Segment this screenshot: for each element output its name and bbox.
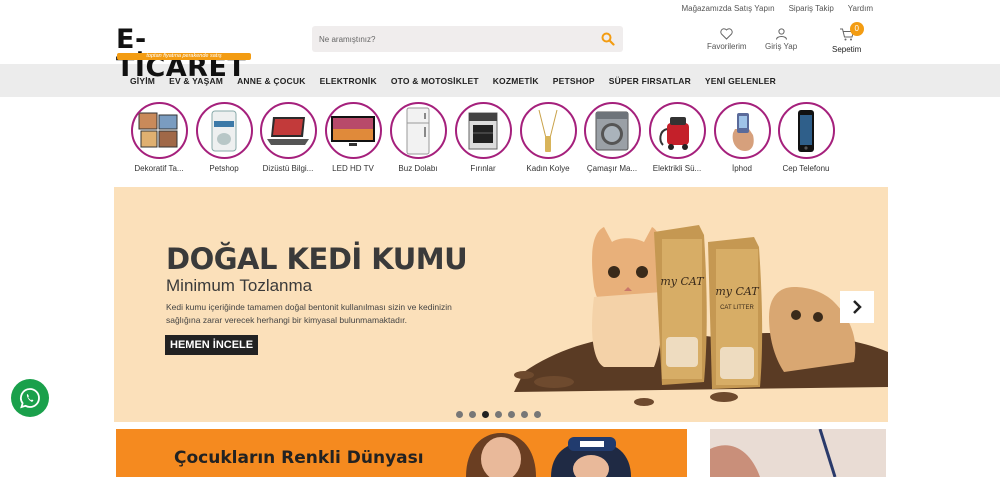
slide-dot[interactable] <box>456 411 463 418</box>
category-label: Elektrikli Sü... <box>652 164 702 173</box>
oven-icon <box>468 112 498 149</box>
washing-machine-icon <box>595 111 629 150</box>
category-label: Petshop <box>209 164 239 173</box>
category-label: Dekoratif Ta... <box>134 164 184 173</box>
smartphone-icon <box>798 109 814 152</box>
category-item-camasir-makinesi[interactable]: Çamaşır Ma... <box>577 102 647 173</box>
category-label: Buz Dolabı <box>398 164 438 173</box>
category-item-firinlar[interactable]: Fırınlar <box>448 102 518 173</box>
order-tracking-link[interactable]: Sipariş Takip <box>789 4 834 13</box>
side-promo-photo <box>710 429 886 477</box>
product-name: CAT LITTER <box>720 305 754 311</box>
favorites-label: Favorilerim <box>707 42 747 51</box>
nav-item-super-firsatlar[interactable]: SÜPER FIRSATLAR <box>609 76 691 86</box>
category-label: İphod <box>731 164 753 173</box>
login-label: Giriş Yap <box>765 42 798 51</box>
heart-icon <box>720 28 733 40</box>
category-item-led-tv[interactable]: LED HD TV <box>318 102 388 173</box>
nav-item-oto-motosiklet[interactable]: OTO & MOTOSİKLET <box>391 76 479 86</box>
category-item-buz-dolabi[interactable]: Buz Dolabı <box>383 102 453 173</box>
promo-banner-side[interactable] <box>710 429 886 477</box>
hand-phone-icon <box>732 112 754 151</box>
category-item-cep-telefonu[interactable]: Cep Telefonu <box>771 102 841 173</box>
slide-dot[interactable] <box>469 411 476 418</box>
pet-food-bag-icon <box>211 110 237 151</box>
category-label: Fırınlar <box>470 164 496 173</box>
category-item-petshop[interactable]: Petshop <box>189 102 259 173</box>
promo-banner-kids[interactable]: Çocukların Renkli Dünyası <box>116 429 687 477</box>
slide-dot[interactable] <box>495 411 502 418</box>
cart-count-badge: 0 <box>849 22 864 36</box>
chevron-right-icon <box>853 300 862 314</box>
kids-photo <box>466 433 631 477</box>
slide-indicators <box>456 411 541 418</box>
shop-now-button[interactable]: HEMEN İNCELE <box>165 335 259 355</box>
tv-icon <box>331 115 375 146</box>
slide-dot-active[interactable] <box>482 411 489 418</box>
banner-subtitle: Minimum Tozlanma <box>166 276 313 295</box>
product-brand-2: my CAT <box>715 285 760 298</box>
logo-tagline: toptan fiyatına perakende satış <box>117 53 251 60</box>
user-icon <box>775 28 787 40</box>
next-slide-button[interactable] <box>840 291 874 323</box>
category-label: LED HD TV <box>332 164 374 173</box>
slide-dot[interactable] <box>534 411 541 418</box>
cat-litter-illustration: my CAT my CAT CAT LITTER <box>514 225 888 406</box>
vacuum-icon <box>659 116 689 150</box>
product-brand: my CAT <box>660 275 705 288</box>
banner-description: Kedi kumu içeriğinde tamamen doğal bento… <box>166 302 452 325</box>
slide-dot[interactable] <box>521 411 528 418</box>
category-item-laptop[interactable]: Dizüstü Bilgi... <box>253 102 323 173</box>
category-label: Dizüstü Bilgi... <box>262 164 314 173</box>
cart-label: Sepetim <box>832 45 862 54</box>
logo[interactable]: E-TİCARET toptan fiyatına perakende satı… <box>116 26 252 82</box>
category-item-kadin-kolye[interactable]: Kadın Kolye <box>513 102 583 173</box>
category-item-dekoratif[interactable]: Dekoratif Ta... <box>124 102 194 173</box>
search-input[interactable] <box>312 34 593 44</box>
search-icon <box>601 32 615 46</box>
category-label: Çamaşır Ma... <box>586 164 638 173</box>
site-header: E-TİCARET toptan fiyatına perakende satı… <box>0 16 1000 82</box>
slide-dot[interactable] <box>508 411 515 418</box>
nav-item-petshop[interactable]: PETSHOP <box>553 76 595 86</box>
laptop-icon <box>267 116 309 145</box>
whatsapp-icon <box>20 388 40 409</box>
banner-title: DOĞAL KEDİ KUMU <box>166 242 468 276</box>
category-label: Kadın Kolye <box>526 164 570 173</box>
fridge-icon <box>406 107 430 154</box>
category-item-elektrikli-supurge[interactable]: Elektrikli Sü... <box>642 102 712 173</box>
help-link[interactable]: Yardım <box>848 4 873 13</box>
nav-item-elektronik[interactable]: ELEKTRONİK <box>320 76 377 86</box>
category-item-iphod[interactable]: İphod <box>707 102 777 173</box>
category-label: Cep Telefonu <box>782 164 830 173</box>
favorites-link[interactable]: Favorilerim <box>707 28 747 51</box>
top-utility-bar: Mağazamızda Satış Yapın Sipariş Takip Ya… <box>0 0 1000 16</box>
nav-item-kozmetik[interactable]: KOZMETİK <box>493 76 539 86</box>
search-bar <box>312 26 623 52</box>
whatsapp-button[interactable] <box>11 379 49 417</box>
necklace-icon <box>538 109 558 152</box>
frames-icon <box>138 112 178 147</box>
promo-title: Çocukların Renkli Dünyası <box>174 448 424 468</box>
login-link[interactable]: Giriş Yap <box>765 28 797 51</box>
nav-item-yeni-gelenler[interactable]: YENİ GELENLER <box>705 76 776 86</box>
search-button[interactable] <box>593 26 623 52</box>
category-carousel: Dekoratif Ta... Petshop Dizüstü Bilgi...… <box>0 97 1000 187</box>
cart-link[interactable]: 0 Sepetim <box>832 22 864 54</box>
sell-in-store-link[interactable]: Mağazamızda Satış Yapın <box>681 4 774 13</box>
hero-banner[interactable]: my CAT my CAT CAT LITTER DOĞAL KEDİ KUMU… <box>114 187 888 422</box>
